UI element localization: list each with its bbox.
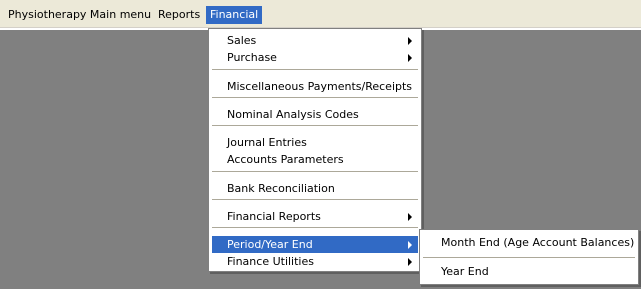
- menu-item-journal-entries[interactable]: Journal Entries: [212, 134, 418, 151]
- menu-item-misc-payments[interactable]: Miscellaneous Payments/Receipts: [212, 78, 418, 95]
- period-year-end-submenu: Month End (Age Account Balances) Year En…: [419, 229, 639, 285]
- menu-item-purchase[interactable]: Purchase: [212, 49, 418, 66]
- submenu-arrow-icon: [408, 258, 412, 266]
- menu-separator: [212, 125, 418, 127]
- menu-item-accounts-parameters[interactable]: Accounts Parameters: [212, 151, 418, 168]
- menu-item-financial-reports[interactable]: Financial Reports: [212, 208, 418, 225]
- menu-item-label: Financial Reports: [227, 210, 321, 223]
- menu-item-label: Miscellaneous Payments/Receipts: [227, 80, 413, 93]
- menu-separator: [212, 69, 418, 71]
- menu-item-label: Journal Entries: [227, 136, 307, 149]
- submenu-arrow-icon: [408, 241, 412, 249]
- submenu-arrow-icon: [408, 213, 412, 221]
- menu-financial[interactable]: Financial: [206, 6, 263, 24]
- menu-item-label: Period/Year End: [227, 238, 313, 251]
- menu-item-finance-utilities[interactable]: Finance Utilities: [212, 253, 418, 270]
- menu-item-year-end[interactable]: Year End: [423, 262, 635, 282]
- menu-reports[interactable]: Reports: [154, 6, 204, 24]
- menu-separator: [212, 199, 418, 201]
- menu-item-label: Nominal Analysis Codes: [227, 108, 359, 121]
- menu-item-label: Finance Utilities: [227, 255, 314, 268]
- menu-separator: [212, 227, 418, 229]
- menu-separator: [212, 171, 418, 173]
- menu-item-label: Bank Reconciliation: [227, 182, 335, 195]
- menu-item-label: Month End (Age Account Balances): [441, 236, 635, 249]
- menu-item-period-year-end[interactable]: Period/Year End: [212, 236, 418, 253]
- financial-dropdown: Sales Purchase Miscellaneous Payments/Re…: [208, 28, 422, 272]
- menu-item-bank-reconciliation[interactable]: Bank Reconciliation: [212, 180, 418, 197]
- menu-physiotherapy-main[interactable]: Physiotherapy Main menu: [4, 6, 155, 24]
- menu-item-month-end[interactable]: Month End (Age Account Balances): [423, 233, 635, 253]
- menu-item-nominal-analysis-codes[interactable]: Nominal Analysis Codes: [212, 106, 418, 123]
- menu-item-label: Accounts Parameters: [227, 153, 344, 166]
- menu-item-label: Sales: [227, 34, 257, 47]
- menu-item-label: Year End: [441, 265, 489, 278]
- menu-separator: [423, 257, 635, 259]
- menu-separator: [212, 97, 418, 99]
- submenu-arrow-icon: [408, 54, 412, 62]
- submenu-arrow-icon: [408, 37, 412, 45]
- menu-item-label: Purchase: [227, 51, 277, 64]
- menu-item-sales[interactable]: Sales: [212, 32, 418, 49]
- menu-bar: Physiotherapy Main menu Reports Financia…: [0, 0, 641, 28]
